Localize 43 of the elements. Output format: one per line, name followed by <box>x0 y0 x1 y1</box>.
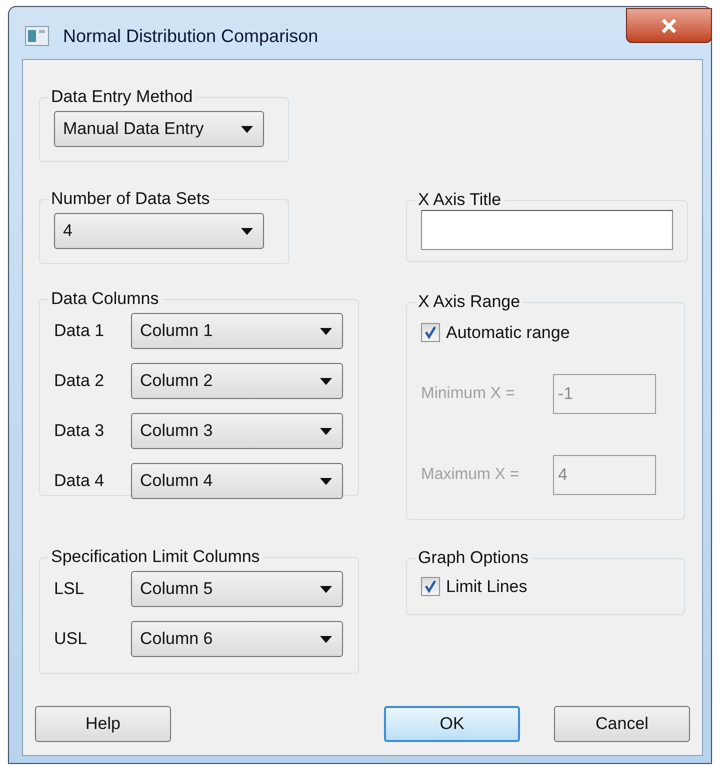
checkbox[interactable] <box>421 323 440 342</box>
close-button[interactable] <box>626 8 712 43</box>
group-title: X Axis Title <box>418 190 502 209</box>
dropdown[interactable]: Column 2 <box>131 363 343 399</box>
dropdown[interactable]: Column 5 <box>131 571 343 607</box>
caret-icon <box>320 586 332 592</box>
caret-icon <box>320 478 332 484</box>
dropdown[interactable]: Column 6 <box>131 621 343 657</box>
field-label: Data 3 <box>54 420 106 442</box>
dialog-button[interactable]: OK <box>384 706 520 742</box>
dialog-button[interactable]: Cancel <box>554 706 690 742</box>
dropdown[interactable]: Manual Data Entry <box>54 111 264 147</box>
caret-icon <box>320 378 332 384</box>
checkbox[interactable] <box>421 577 440 596</box>
group-title: Graph Options <box>418 548 529 567</box>
dialog-button[interactable]: Help <box>35 706 171 742</box>
group-title: Data Entry Method <box>51 87 193 106</box>
caret-icon <box>320 636 332 642</box>
field-label: Data 1 <box>54 320 106 342</box>
dropdown[interactable]: Column 3 <box>131 413 343 449</box>
text-field[interactable] <box>421 210 673 250</box>
field-label: Minimum X = <box>421 384 516 404</box>
field-label: Maximum X = <box>421 464 520 484</box>
caret-icon <box>320 428 332 434</box>
group-title: Number of Data Sets <box>51 189 210 208</box>
dropdown[interactable]: Column 1 <box>131 313 343 349</box>
field-label: Data 2 <box>54 370 106 392</box>
caret-icon <box>241 228 253 234</box>
close-icon <box>661 18 677 32</box>
dropdown[interactable]: Column 4 <box>131 463 343 499</box>
checkbox-label: Automatic range <box>446 322 570 344</box>
dropdown[interactable]: 4 <box>54 213 264 249</box>
window-icon <box>25 26 49 46</box>
field-label: Data 4 <box>54 470 106 492</box>
checkbox-label: Limit Lines <box>446 576 528 598</box>
group-title: Data Columns <box>51 289 159 308</box>
group-title: Specification Limit Columns <box>51 547 260 566</box>
group-title: X Axis Range <box>418 292 520 311</box>
caret-icon <box>241 126 253 132</box>
field-label: LSL <box>54 578 86 600</box>
caret-icon <box>320 328 332 334</box>
window-title: Normal Distribution Comparison <box>63 25 318 48</box>
field-label: USL <box>54 628 88 650</box>
